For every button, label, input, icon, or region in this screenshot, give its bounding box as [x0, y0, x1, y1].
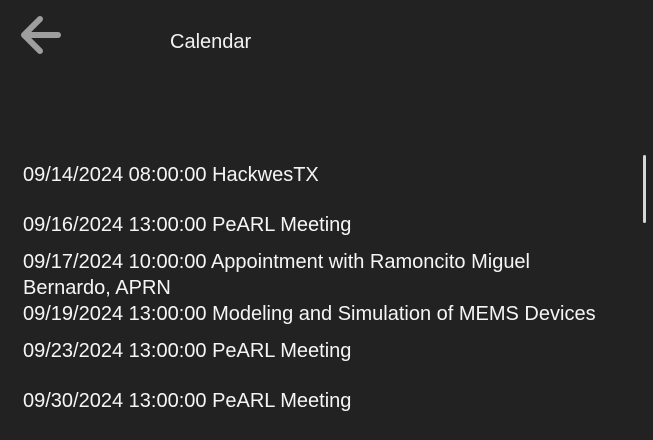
page-title: Calendar — [170, 31, 252, 53]
event-item[interactable]: 09/19/2024 13:00:00 Modeling and Simulat… — [23, 301, 623, 327]
back-button[interactable] — [18, 14, 66, 62]
arrow-left-icon — [18, 14, 62, 58]
event-item[interactable]: 09/30/2024 13:00:00 PeARL Meeting — [23, 388, 623, 414]
calendar-screen: Calendar 09/14/2024 08:00:00 HackwesTX 0… — [0, 0, 653, 440]
event-item[interactable]: 09/17/2024 10:00:00 Appointment with Ram… — [23, 249, 623, 301]
event-item[interactable]: 09/23/2024 13:00:00 PeARL Meeting — [23, 338, 623, 364]
event-item[interactable]: 09/16/2024 13:00:00 PeARL Meeting — [23, 212, 623, 238]
event-list: 09/14/2024 08:00:00 HackwesTX 09/16/2024… — [23, 162, 623, 428]
event-list-viewport[interactable]: 09/14/2024 08:00:00 HackwesTX 09/16/2024… — [0, 150, 653, 428]
scrollbar[interactable] — [643, 155, 646, 223]
event-item[interactable]: 09/14/2024 08:00:00 HackwesTX — [23, 162, 623, 188]
